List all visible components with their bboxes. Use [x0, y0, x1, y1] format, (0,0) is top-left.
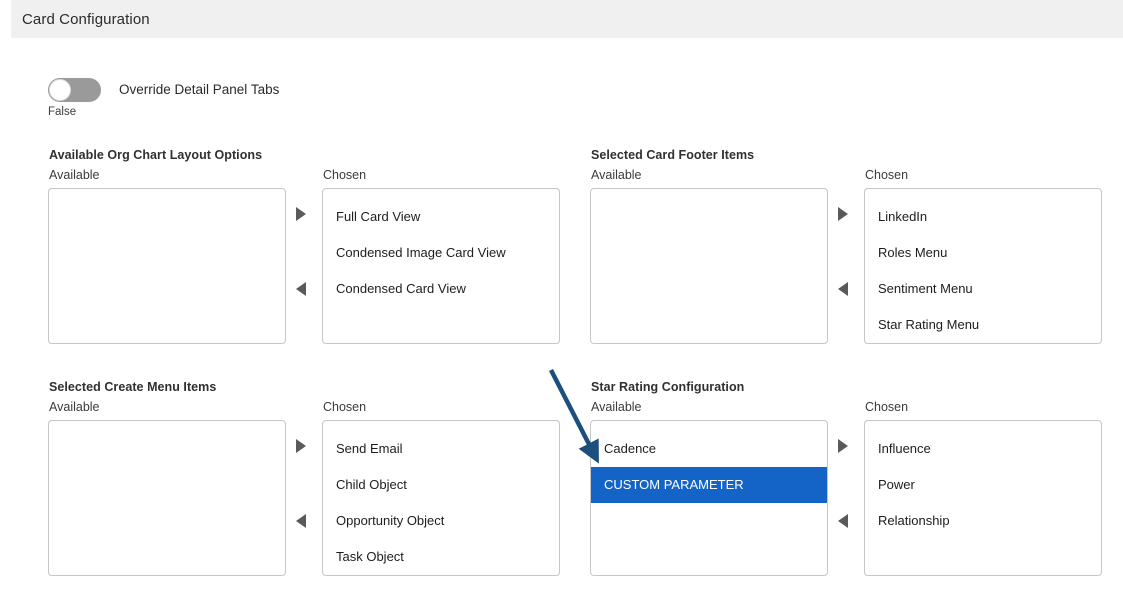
dual-list: Available Cadence CUSTOM PARAMETER Chosen…: [590, 400, 1102, 576]
toggle-knob-icon: [49, 79, 71, 101]
list-item[interactable]: Roles Menu: [865, 235, 1101, 271]
section-title: Available Org Chart Layout Options: [49, 148, 263, 162]
available-pane: Available: [590, 168, 828, 344]
list-item[interactable]: Condensed Image Card View: [323, 235, 559, 271]
chosen-label: Chosen: [323, 400, 367, 414]
triangle-left-icon[interactable]: [296, 514, 306, 528]
section-card-footer-items: Selected Card Footer Items Available Cho…: [590, 148, 1102, 344]
section-org-chart-layout-options: Available Org Chart Layout Options Avail…: [48, 148, 560, 344]
available-listbox[interactable]: [48, 420, 286, 576]
override-detail-panel-tabs-toggle[interactable]: [48, 78, 101, 102]
list-item[interactable]: Power: [865, 467, 1101, 503]
dual-list: Available Chosen Full Card View Condensed…: [48, 168, 560, 344]
section-create-menu-items: Selected Create Menu Items Available Cho…: [48, 380, 560, 576]
list-item[interactable]: Task Object: [323, 539, 559, 575]
triangle-right-icon[interactable]: [838, 207, 848, 221]
card-configuration-page: Card Configuration False Override Detail…: [0, 0, 1123, 598]
list-item[interactable]: Opportunity Object: [323, 503, 559, 539]
list-item[interactable]: Influence: [865, 431, 1101, 467]
page-title: Card Configuration: [22, 10, 150, 28]
section-title: Selected Card Footer Items: [591, 148, 755, 162]
chosen-label: Chosen: [323, 168, 367, 182]
list-item[interactable]: LinkedIn: [865, 199, 1101, 235]
triangle-left-icon[interactable]: [838, 514, 848, 528]
chosen-listbox[interactable]: Full Card View Condensed Image Card View C…: [322, 188, 560, 344]
triangle-left-icon[interactable]: [838, 282, 848, 296]
available-pane: Available Cadence CUSTOM PARAMETER: [590, 400, 828, 576]
triangle-right-icon[interactable]: [296, 439, 306, 453]
available-listbox[interactable]: [590, 188, 828, 344]
section-title: Selected Create Menu Items: [49, 380, 217, 394]
dual-list: Available Chosen LinkedIn Roles Menu Senti…: [590, 168, 1102, 344]
available-pane: Available: [48, 168, 286, 344]
list-item[interactable]: Sentiment Menu: [865, 271, 1101, 307]
override-detail-panel-tabs-toggle-wrap: False: [48, 78, 108, 119]
chosen-listbox[interactable]: Send Email Child Object Opportunity Object…: [322, 420, 560, 576]
chosen-listbox[interactable]: LinkedIn Roles Menu Sentiment Menu Star Rat…: [864, 188, 1102, 344]
chosen-label: Chosen: [865, 400, 909, 414]
list-item[interactable]: Child Object: [323, 467, 559, 503]
available-listbox[interactable]: [48, 188, 286, 344]
override-detail-panel-tabs-label: Override Detail Panel Tabs: [119, 82, 280, 97]
transfer-controls: [286, 420, 322, 576]
triangle-right-icon[interactable]: [838, 439, 848, 453]
triangle-left-icon[interactable]: [296, 282, 306, 296]
list-item[interactable]: Send Email: [323, 431, 559, 467]
chosen-pane: Chosen LinkedIn Roles Menu Sentiment Menu S…: [864, 168, 1102, 344]
transfer-controls: [828, 188, 864, 344]
available-label: Available: [591, 168, 642, 182]
section-star-rating-configuration: Star Rating Configuration Available Cade…: [590, 380, 1102, 576]
section-title: Star Rating Configuration: [591, 380, 745, 394]
transfer-controls: [828, 420, 864, 576]
triangle-right-icon[interactable]: [296, 207, 306, 221]
list-item[interactable]: Cadence: [591, 431, 827, 467]
available-listbox[interactable]: Cadence CUSTOM PARAMETER: [590, 420, 828, 576]
chosen-pane: Chosen Influence Power Relationship: [864, 400, 1102, 576]
dual-list: Available Chosen Send Email Child Object O…: [48, 400, 560, 576]
available-label: Available: [49, 400, 100, 414]
available-pane: Available: [48, 400, 286, 576]
toggle-state-label: False: [48, 106, 77, 118]
transfer-controls: [286, 188, 322, 344]
chosen-pane: Chosen Full Card View Condensed Image Car…: [322, 168, 560, 344]
list-item[interactable]: Condensed Card View: [323, 271, 559, 307]
override-detail-panel-tabs-row: False Override Detail Panel Tabs: [48, 78, 279, 119]
list-item[interactable]: Relationship: [865, 503, 1101, 539]
available-label: Available: [49, 168, 100, 182]
available-label: Available: [591, 400, 642, 414]
list-item[interactable]: Star Rating Menu: [865, 307, 1101, 343]
chosen-pane: Chosen Send Email Child Object Opportunity…: [322, 400, 560, 576]
list-item[interactable]: Full Card View: [323, 199, 559, 235]
page-header: Card Configuration: [11, 0, 1123, 38]
chosen-label: Chosen: [865, 168, 909, 182]
list-item[interactable]: CUSTOM PARAMETER: [591, 467, 827, 503]
chosen-listbox[interactable]: Influence Power Relationship: [864, 420, 1102, 576]
